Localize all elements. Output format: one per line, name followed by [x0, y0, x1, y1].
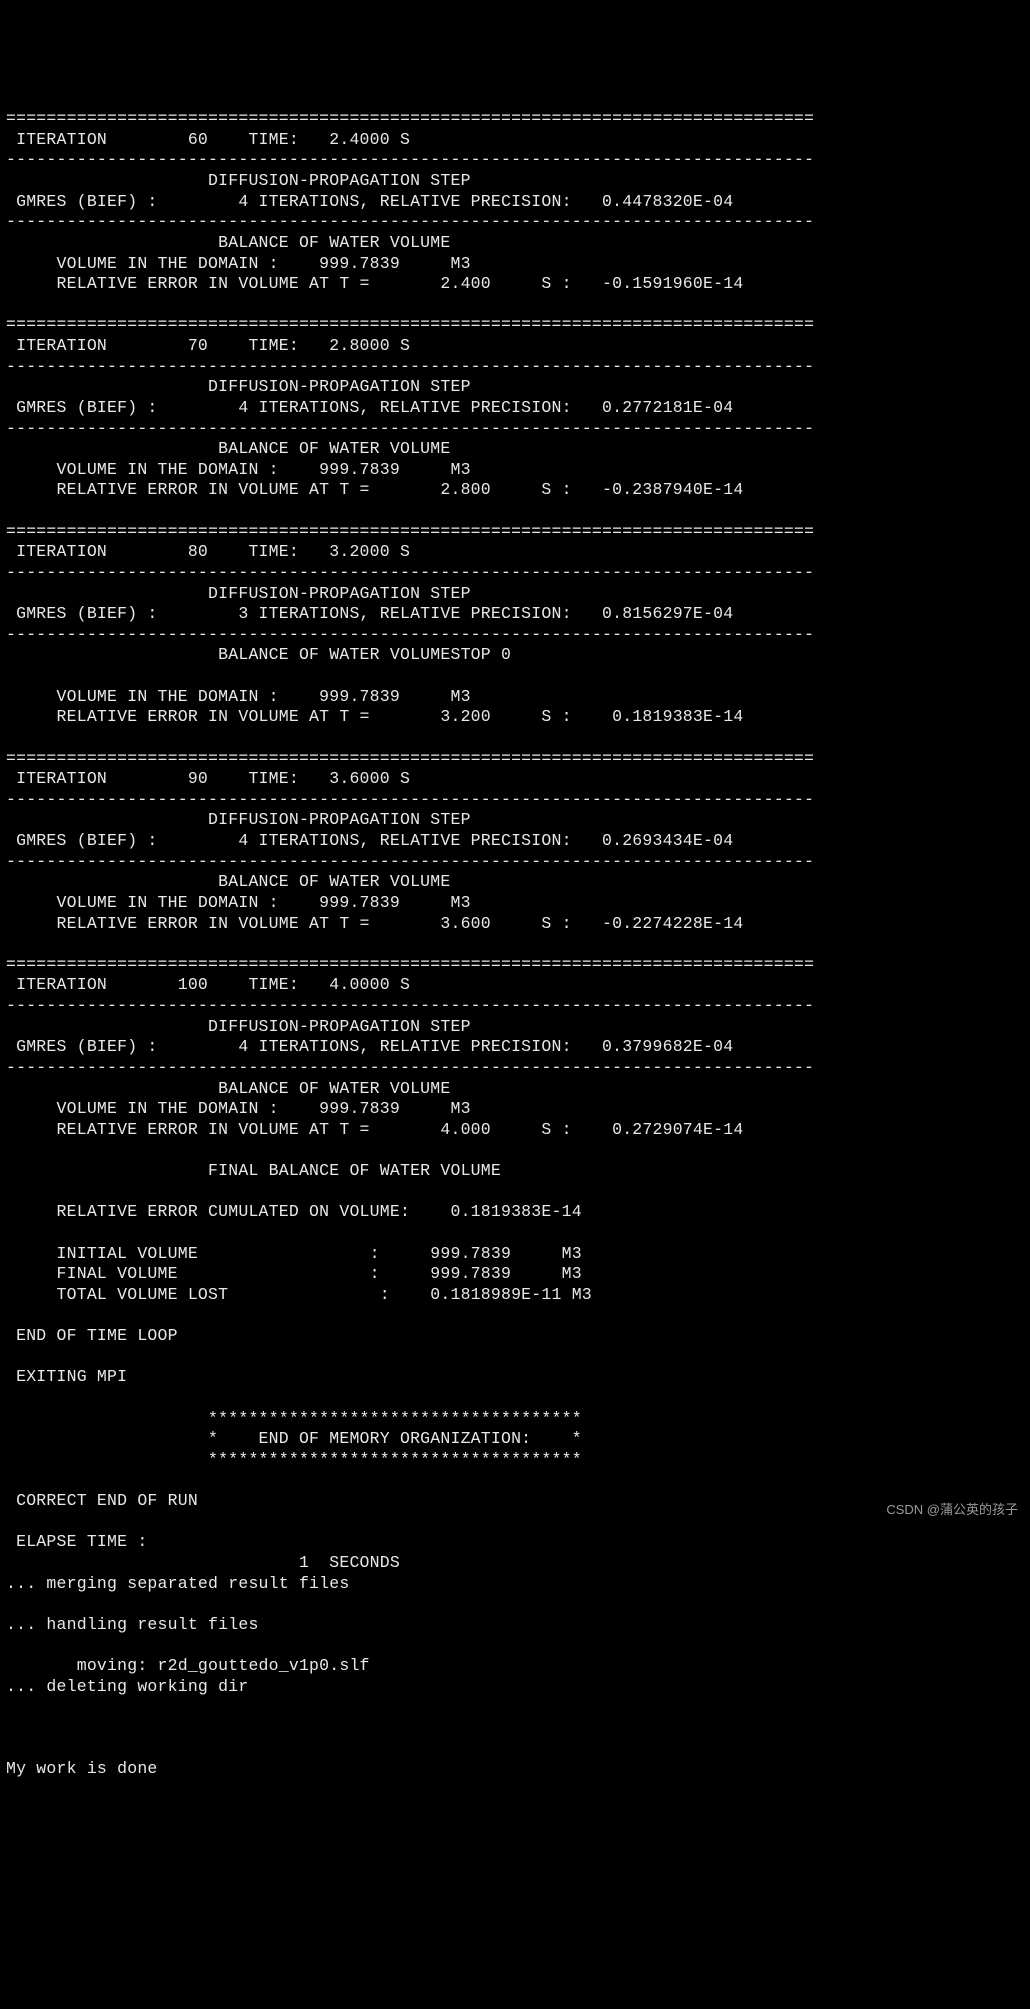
watermark-text: CSDN @蒲公英的孩子	[886, 1502, 1018, 1518]
terminal-output: ========================================…	[0, 103, 1030, 1786]
